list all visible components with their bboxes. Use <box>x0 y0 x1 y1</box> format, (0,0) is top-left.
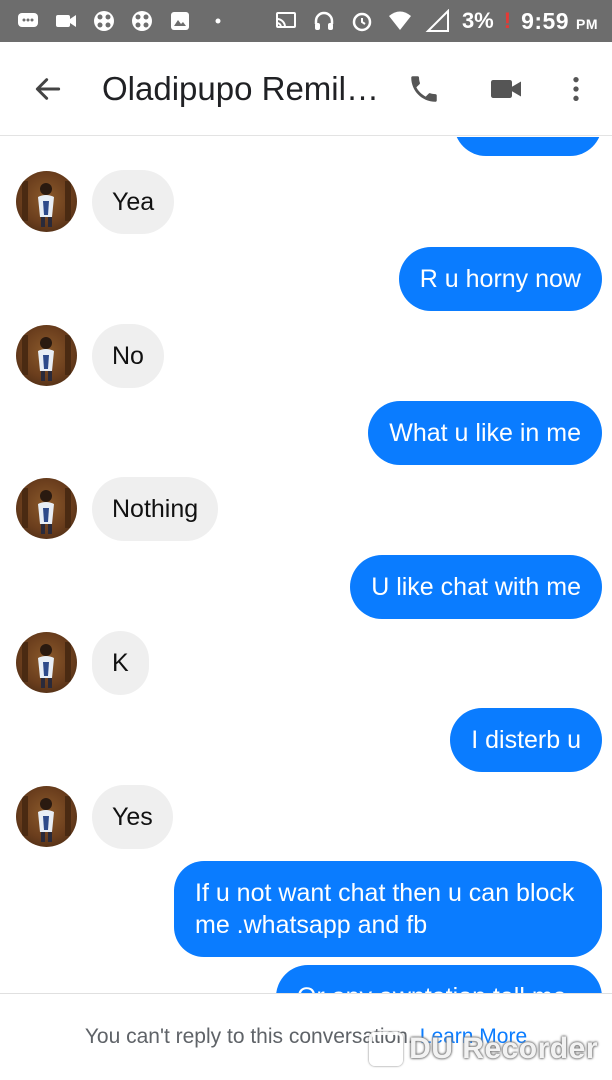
message-incoming[interactable]: No <box>92 324 164 388</box>
message-outgoing[interactable]: Or any awntation tell me <box>276 965 602 993</box>
message-text: K <box>112 649 129 677</box>
message-text: Yea <box>112 188 155 216</box>
voice-call-button[interactable] <box>396 61 452 117</box>
more-vert-icon <box>573 76 579 101</box>
status-bar-notifications <box>14 8 232 34</box>
reply-disabled-text: You can't reply to this conversation. <box>84 1025 414 1048</box>
avatar[interactable] <box>16 786 77 847</box>
message-text: Or any awntation tell me <box>297 983 567 993</box>
avatar[interactable] <box>16 325 77 386</box>
headset-icon <box>310 8 338 34</box>
signal-icon <box>424 8 452 34</box>
avatar[interactable] <box>16 632 77 693</box>
status-bar-system: 3% ! 9:59 PM <box>272 8 598 35</box>
message-outgoing[interactable]: What u like in me <box>368 401 602 465</box>
message-outgoing[interactable]: R u horny now <box>398 247 602 311</box>
wifi-icon <box>386 8 414 34</box>
message-incoming[interactable]: K <box>92 631 149 695</box>
message-text: R u horny now <box>419 265 581 293</box>
message-list[interactable]: Yea R u horny now No What u like in me N… <box>0 137 612 993</box>
battery-warning-icon: ! <box>503 8 512 33</box>
clock: 9:59 PM <box>521 8 598 35</box>
clock-time: 9:59 <box>521 7 570 34</box>
conversation-toolbar: Oladipupo Remil… <box>0 42 612 136</box>
message-text: I disterb u <box>471 726 581 754</box>
learn-more-link[interactable]: Learn More <box>420 1025 527 1049</box>
cast-icon <box>272 8 300 34</box>
message-outgoing[interactable]: U like chat with me <box>350 555 602 619</box>
message-text: Nothing <box>112 495 199 523</box>
more-options-button[interactable] <box>548 61 604 117</box>
message-incoming[interactable]: Nothing <box>92 477 219 541</box>
status-bar: 3% ! 9:59 PM <box>0 0 612 42</box>
back-arrow-icon <box>35 77 61 100</box>
message-outgoing[interactable]: I disterb u <box>450 708 602 772</box>
message-outgoing[interactable] <box>454 137 602 156</box>
message-outgoing[interactable]: If u not want chat then u can block me .… <box>174 861 602 957</box>
contact-name: Oladipupo Remil… <box>102 69 379 107</box>
app-icon <box>90 8 118 34</box>
avatar[interactable] <box>16 478 77 539</box>
video-call-button[interactable] <box>478 61 534 117</box>
message-text: No <box>112 342 144 370</box>
message-incoming[interactable]: Yea <box>92 170 175 234</box>
message-text: U like chat with me <box>371 573 581 601</box>
app-icon <box>128 8 156 34</box>
video-camera-icon <box>491 79 521 98</box>
clock-ampm: PM <box>576 15 598 32</box>
alarm-icon <box>348 8 376 34</box>
phone-icon <box>411 75 437 102</box>
message-text: Yes <box>112 803 153 831</box>
message-text: If u not want chat then u can block me .… <box>195 879 575 939</box>
chat-icon <box>14 8 42 34</box>
message-incoming[interactable]: Yes <box>92 785 173 849</box>
dot-icon <box>204 8 232 34</box>
battery-level: 3% <box>461 8 494 33</box>
message-text: What u like in me <box>389 419 581 447</box>
avatar[interactable] <box>16 171 77 232</box>
video-icon <box>52 8 80 34</box>
image-icon <box>166 8 194 34</box>
reply-disabled-footer: You can't reply to this conversation. Le… <box>0 993 612 1080</box>
back-button[interactable] <box>20 61 76 117</box>
